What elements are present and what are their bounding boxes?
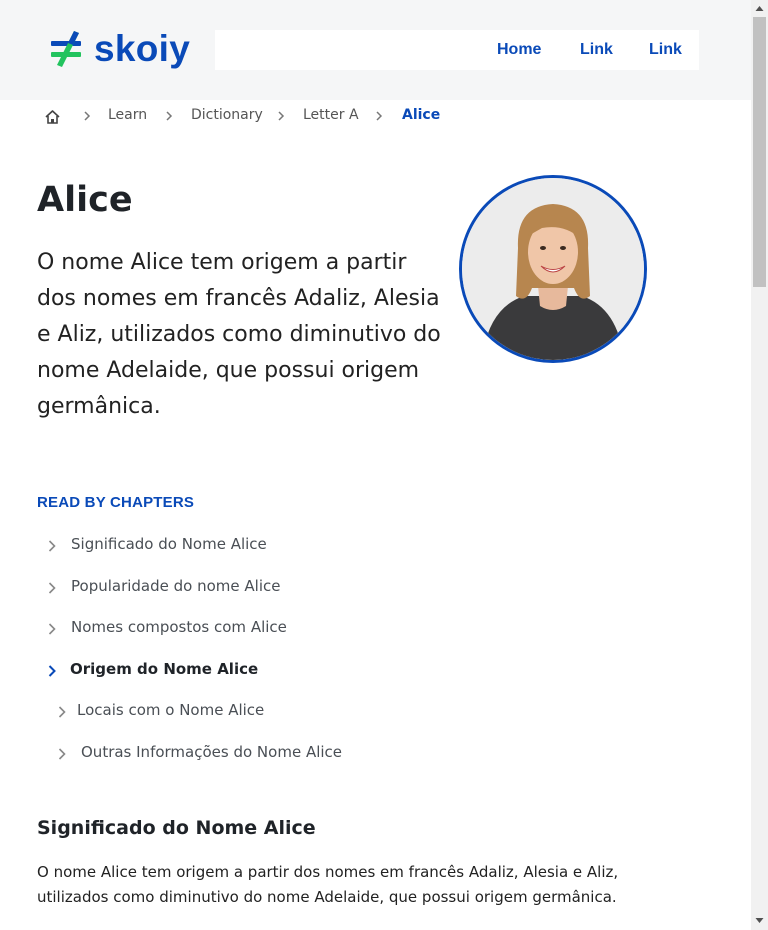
breadcrumb-letter-a[interactable]: Letter A	[303, 107, 359, 123]
brand-name: skoiy	[94, 28, 191, 69]
home-icon[interactable]	[44, 109, 61, 125]
breadcrumb: Learn Dictionary Letter A Alice	[44, 106, 464, 126]
breadcrumb-dictionary[interactable]: Dictionary	[191, 107, 263, 123]
chapter-label: Outras Informações do Nome Alice	[81, 743, 343, 761]
nav-link-2[interactable]: Link	[649, 41, 682, 59]
chevron-right-icon	[278, 111, 285, 121]
scrollbar-thumb[interactable]	[753, 17, 766, 287]
not-equal-icon	[51, 31, 81, 67]
chevron-right-icon	[58, 748, 66, 760]
breadcrumb-current: Alice	[402, 107, 441, 123]
chevron-right-icon	[48, 540, 56, 552]
vertical-scrollbar[interactable]	[751, 0, 768, 930]
intro-text: O nome Alice tem origem a partir dos nom…	[37, 250, 441, 419]
chapter-label: Popularidade do nome Alice	[71, 577, 281, 595]
nav-home-link[interactable]: Home	[497, 41, 541, 59]
section-title: Significado do Nome Alice	[37, 817, 316, 839]
chevron-right-icon	[48, 582, 56, 594]
scroll-down-arrow-icon[interactable]	[755, 916, 764, 925]
site-header: skoiy Home Link Link	[0, 0, 751, 100]
avatar	[459, 175, 647, 363]
page-title: Alice	[37, 180, 133, 220]
main-nav: Home Link Link	[215, 30, 699, 70]
chapter-label: Significado do Nome Alice	[71, 535, 267, 553]
chevron-right-icon	[58, 706, 66, 718]
chapter-label: Nomes compostos com Alice	[71, 618, 287, 636]
chapter-label: Origem do Nome Alice	[70, 660, 259, 678]
breadcrumb-learn[interactable]: Learn	[108, 107, 147, 123]
chevron-right-icon	[84, 111, 91, 121]
chevron-right-icon	[48, 665, 56, 677]
scroll-up-arrow-icon[interactable]	[755, 4, 764, 13]
nav-link-1[interactable]: Link	[580, 41, 613, 59]
chevron-right-icon	[48, 623, 56, 635]
chevron-right-icon	[376, 111, 383, 121]
chapters-heading: READ BY CHAPTERS	[37, 494, 195, 511]
portrait-photo	[462, 178, 644, 360]
section-text: O nome Alice tem origem a partir dos nom…	[37, 863, 619, 906]
chevron-right-icon	[166, 111, 173, 121]
chapter-label: Locais com o Nome Alice	[77, 701, 265, 719]
brand-logo[interactable]: skoiy	[50, 28, 190, 70]
